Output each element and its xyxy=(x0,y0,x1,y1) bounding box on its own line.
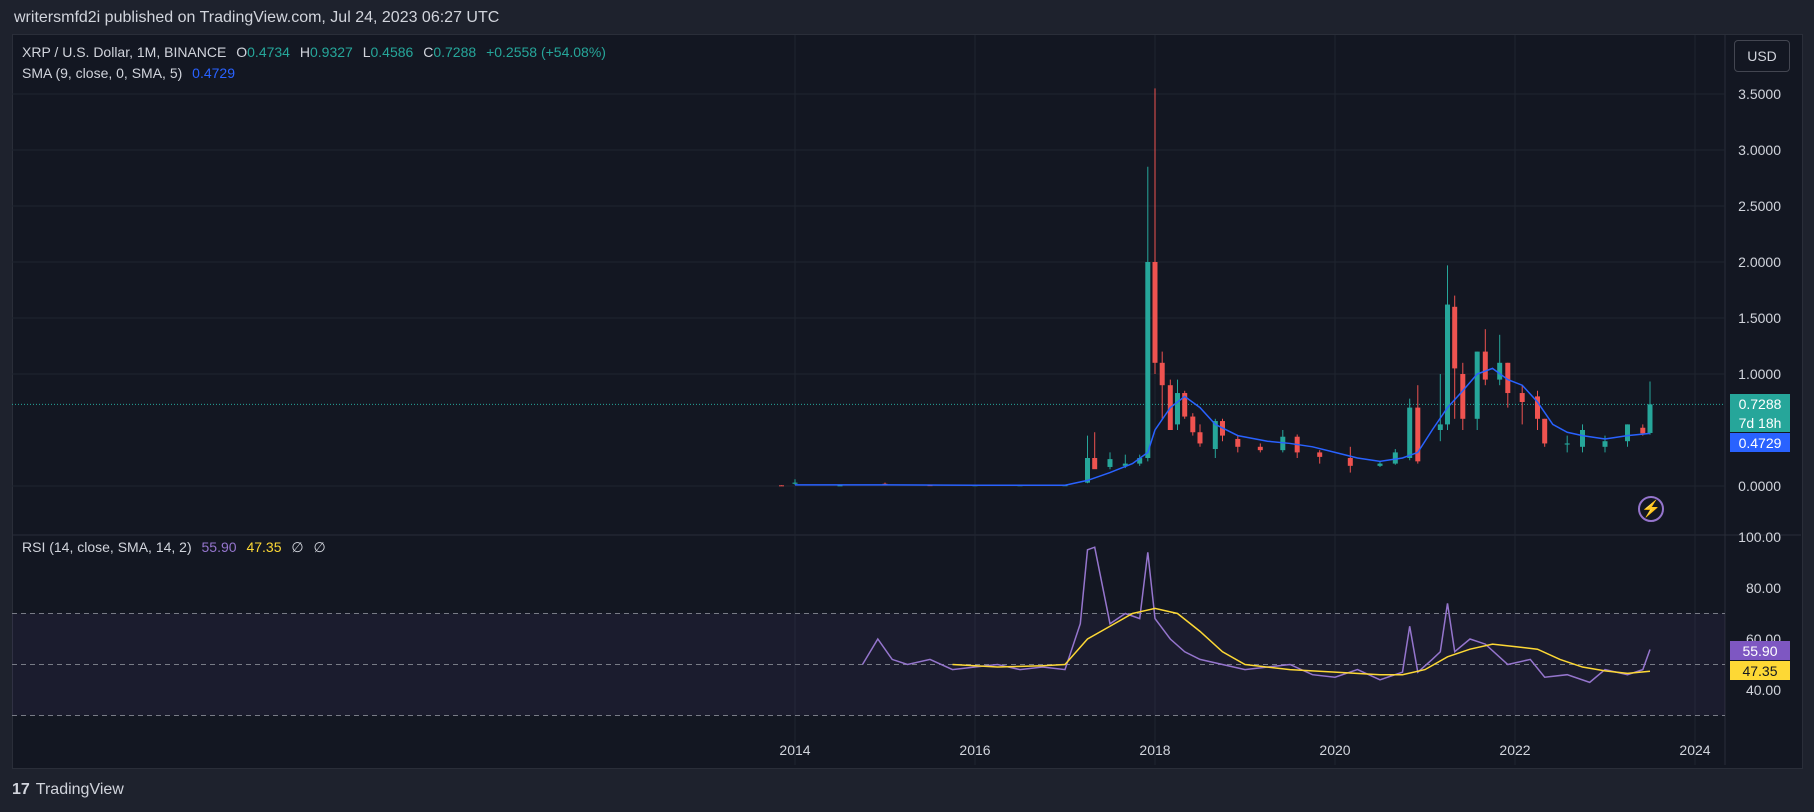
candle-body xyxy=(792,482,798,484)
rsi-tick-label: 80.00 xyxy=(1746,580,1781,596)
rsi-price-tag: 55.90 xyxy=(1730,641,1790,660)
candle-body xyxy=(1317,452,1323,457)
rsi-ma-price-tag: 47.35 xyxy=(1730,661,1790,680)
rsi-tick-label: 40.00 xyxy=(1746,682,1781,698)
chart-canvas[interactable]: 2014 2016 2018 2020 2022 2024 3.5000 3.0000 2.50… xyxy=(0,0,1814,812)
candle-body xyxy=(1145,262,1151,458)
price-tick-label: 3.5000 xyxy=(1738,86,1781,102)
x-tick-label: 2016 xyxy=(959,742,990,758)
rsi-empty-1: ∅ xyxy=(291,539,304,555)
countdown-tag: 7d 18h xyxy=(1730,413,1790,432)
candle-body xyxy=(1437,424,1443,430)
high-label: H xyxy=(299,44,310,60)
candle-body xyxy=(1392,452,1398,464)
sma-legend: SMA (9, close, 0, SMA, 5) 0.4729 xyxy=(22,65,241,81)
candle-body xyxy=(1152,262,1158,363)
candle-body xyxy=(1542,418,1548,444)
candle-body xyxy=(1175,393,1180,425)
rsi-ma-value: 47.35 xyxy=(246,539,282,555)
candle-body xyxy=(1407,407,1413,458)
price-tick-label: 2.0000 xyxy=(1738,254,1781,270)
low-value: 0.4586 xyxy=(370,44,414,60)
candle-body xyxy=(1347,458,1353,466)
high-value: 0.9327 xyxy=(309,44,353,60)
price-tick-label: 1.5000 xyxy=(1738,310,1781,326)
x-tick-label: 2020 xyxy=(1319,742,1350,758)
price-tick-label: 3.0000 xyxy=(1738,142,1781,158)
candle-body xyxy=(1235,438,1241,447)
candle-body xyxy=(1625,424,1630,442)
currency-button[interactable]: USD xyxy=(1734,40,1790,72)
candle-body xyxy=(1474,351,1480,419)
sma-label[interactable]: SMA (9, close, 0, SMA, 5) xyxy=(22,65,182,81)
candle-body xyxy=(1497,362,1503,380)
low-label: L xyxy=(362,44,371,60)
x-tick-label: 2024 xyxy=(1679,742,1710,758)
rsi-label[interactable]: RSI (14, close, SMA, 14, 2) xyxy=(22,539,192,555)
symbol-label[interactable]: XRP / U.S. Dollar, 1M, BINANCE xyxy=(22,44,226,60)
candle-body xyxy=(1647,404,1653,433)
change-value: +0.2558 (+54.08%) xyxy=(486,44,606,60)
rsi-value: 55.90 xyxy=(201,539,237,555)
price-tick-label: 1.0000 xyxy=(1738,366,1781,382)
main-legend: XRP / U.S. Dollar, 1M, BINANCE O0.4734 H… xyxy=(22,44,612,60)
candle-body xyxy=(1092,458,1098,470)
open-label: O xyxy=(236,44,248,60)
rsi-empty-2: ∅ xyxy=(313,539,326,555)
candle-body xyxy=(1377,463,1383,466)
rsi-tick-label: 100.00 xyxy=(1738,529,1781,545)
price-tick-label: 2.5000 xyxy=(1738,198,1781,214)
candle-body xyxy=(1640,427,1646,434)
candle-body xyxy=(1602,441,1608,447)
candle-body xyxy=(779,485,784,487)
x-tick-label: 2014 xyxy=(779,742,810,758)
candle-body xyxy=(1159,362,1165,386)
price-tick-label: 0.0000 xyxy=(1738,478,1781,494)
tradingview-logo-icon: 17 xyxy=(12,781,30,798)
candle-body xyxy=(1257,446,1263,451)
candle-body xyxy=(1580,430,1585,447)
sma-value: 0.4729 xyxy=(192,65,235,81)
candle-body xyxy=(1460,374,1466,419)
footer-brand[interactable]: 17 TradingView xyxy=(12,781,124,799)
candle-body xyxy=(1519,393,1525,402)
flash-icon[interactable]: ⚡ xyxy=(1638,496,1664,522)
brand-name: TradingView xyxy=(35,781,124,798)
candle-body xyxy=(1452,306,1458,369)
close-label: C xyxy=(423,44,434,60)
rsi-legend: RSI (14, close, SMA, 14, 2) 55.90 47.35 … xyxy=(22,539,332,556)
x-tick-label: 2022 xyxy=(1499,742,1530,758)
close-value: 0.7288 xyxy=(433,44,477,60)
x-tick-label: 2018 xyxy=(1139,742,1170,758)
candle-body xyxy=(1197,432,1203,444)
candle-body xyxy=(1085,458,1090,483)
sma-price-tag: 0.4729 xyxy=(1730,433,1790,452)
candle-body xyxy=(1190,416,1196,433)
candle-body xyxy=(1564,443,1570,445)
last-price-tag: 0.7288 xyxy=(1730,394,1790,413)
candle-body xyxy=(1482,351,1488,380)
candle-body xyxy=(1107,459,1113,467)
open-value: 0.4734 xyxy=(247,44,290,60)
